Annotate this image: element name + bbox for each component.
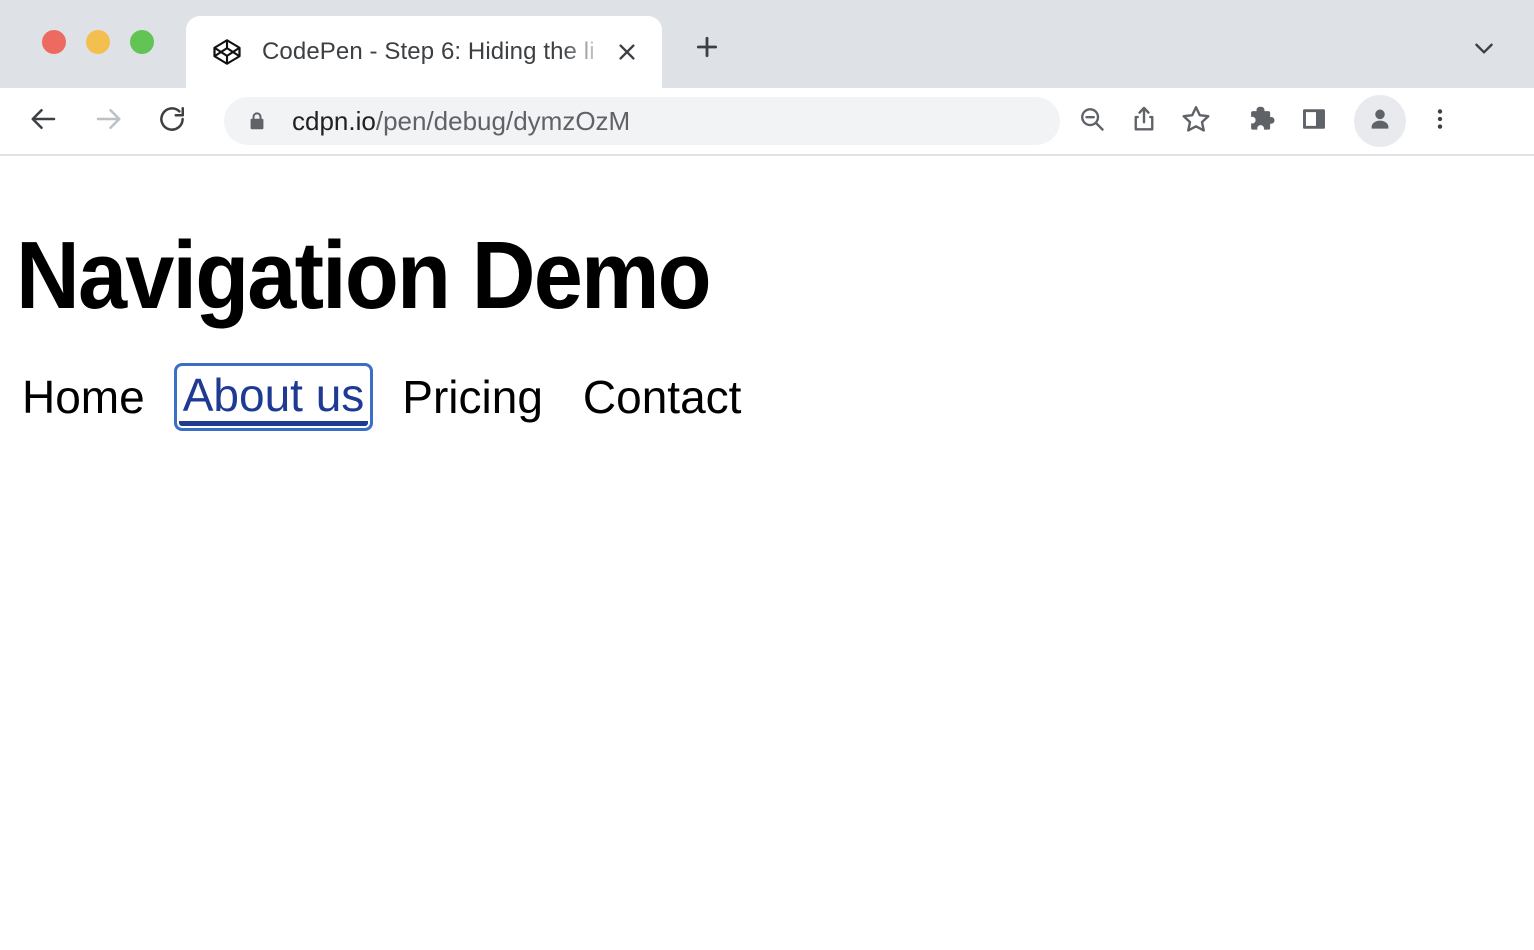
plus-icon xyxy=(694,34,720,65)
url-host: cdpn.io xyxy=(292,106,376,136)
page-content: Navigation Demo Home About us Pricing Co… xyxy=(0,156,1534,950)
share-icon xyxy=(1129,104,1159,139)
tab-title-container: CodePen - Step 6: Hiding the li xyxy=(262,35,662,69)
page-inner: Navigation Demo Home About us Pricing Co… xyxy=(0,156,1534,426)
omnibox-actions xyxy=(1066,95,1222,147)
tab-title: CodePen - Step 6: Hiding the li xyxy=(262,38,595,66)
minimize-window-button[interactable] xyxy=(86,30,110,54)
tab-search-button[interactable] xyxy=(1460,26,1508,74)
profile-avatar-icon xyxy=(1366,105,1394,138)
arrow-right-icon xyxy=(93,104,123,139)
chevron-down-icon xyxy=(1471,35,1497,66)
nav-link-contact[interactable]: Contact xyxy=(577,370,748,425)
codepen-logo-icon xyxy=(212,37,242,67)
close-icon[interactable] xyxy=(610,35,644,69)
address-bar[interactable]: cdpn.io/pen/debug/dymzOzM xyxy=(224,97,1060,145)
reload-icon xyxy=(157,104,187,139)
profile-button[interactable] xyxy=(1354,95,1406,147)
extensions-button[interactable] xyxy=(1236,95,1288,147)
bookmark-button[interactable] xyxy=(1170,95,1222,147)
forward-button[interactable] xyxy=(84,97,132,145)
page-title: Navigation Demo xyxy=(16,156,1398,324)
browser-tab[interactable]: CodePen - Step 6: Hiding the li xyxy=(186,16,662,88)
nav-link-home[interactable]: Home xyxy=(16,370,151,425)
close-window-button[interactable] xyxy=(42,30,66,54)
share-button[interactable] xyxy=(1118,95,1170,147)
url-path: /pen/debug/dymzOzM xyxy=(376,106,630,136)
zoom-out-icon xyxy=(1077,104,1107,139)
site-navigation: Home About us Pricing Contact xyxy=(16,368,1518,426)
window-controls xyxy=(42,30,154,54)
browser-menu-button[interactable] xyxy=(1416,95,1464,147)
browser-window: CodePen - Step 6: Hiding the li xyxy=(0,0,1534,950)
star-icon xyxy=(1180,103,1212,140)
tab-strip: CodePen - Step 6: Hiding the li xyxy=(0,0,1534,88)
new-tab-button[interactable] xyxy=(684,26,730,72)
maximize-window-button[interactable] xyxy=(130,30,154,54)
lock-icon xyxy=(246,110,268,132)
reload-button[interactable] xyxy=(148,97,196,145)
back-button[interactable] xyxy=(20,97,68,145)
browser-toolbar: cdpn.io/pen/debug/dymzOzM xyxy=(0,88,1534,156)
nav-link-pricing[interactable]: Pricing xyxy=(396,370,549,425)
arrow-left-icon xyxy=(29,104,59,139)
zoom-out-button[interactable] xyxy=(1066,95,1118,147)
three-dot-menu-icon xyxy=(1427,106,1453,137)
side-panel-button[interactable] xyxy=(1288,95,1340,147)
url-text: cdpn.io/pen/debug/dymzOzM xyxy=(292,106,630,137)
nav-link-about-us[interactable]: About us xyxy=(179,368,369,426)
side-panel-icon xyxy=(1300,105,1328,138)
tabs-area: CodePen - Step 6: Hiding the li xyxy=(186,16,730,88)
puzzle-icon xyxy=(1247,104,1277,139)
